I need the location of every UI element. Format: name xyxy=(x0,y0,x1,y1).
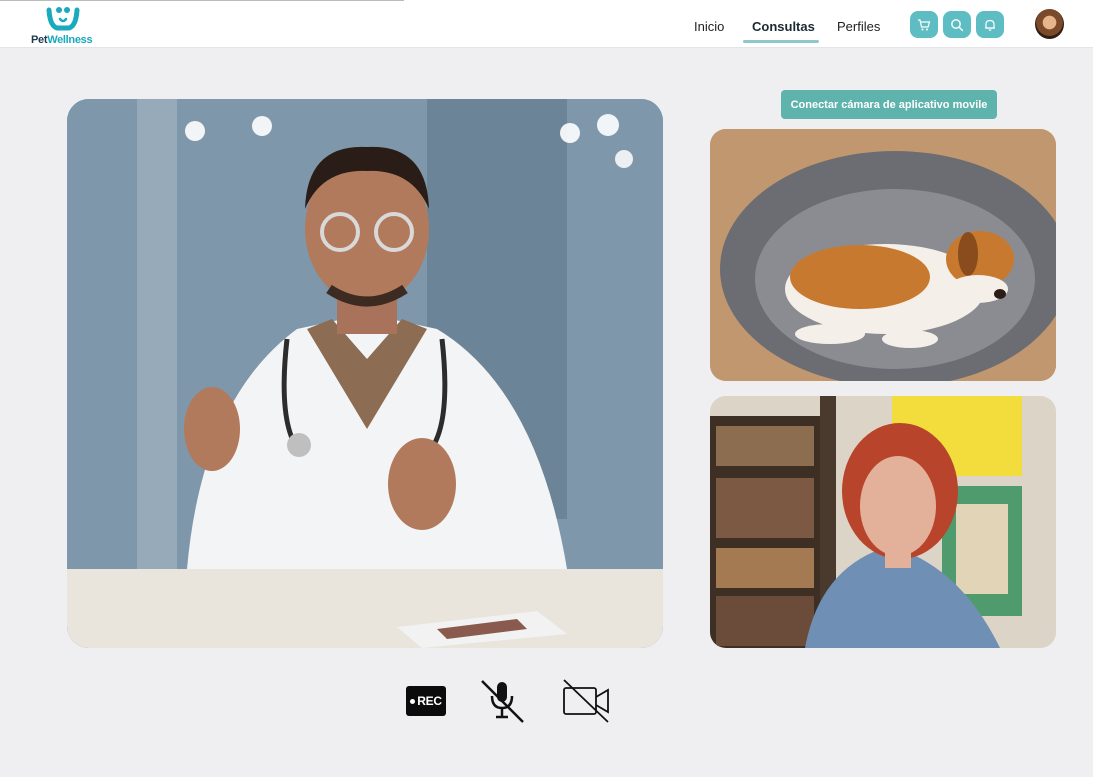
microphone-muted-icon xyxy=(481,680,524,723)
cart-icon xyxy=(918,18,931,30)
record-label: REC xyxy=(417,694,442,708)
top-navigation-bar: PetWellness Inicio Consultas Perfiles xyxy=(0,0,1093,48)
divider xyxy=(0,0,404,1)
record-button[interactable]: REC xyxy=(406,686,446,716)
video-consultation-page: PetWellness Inicio Consultas Perfiles Co… xyxy=(0,0,1093,777)
mute-microphone-button[interactable] xyxy=(478,678,526,724)
veterinarian-video[interactable] xyxy=(67,99,663,648)
user-avatar[interactable] xyxy=(1035,9,1064,39)
owner-video[interactable] xyxy=(710,396,1056,648)
notifications-button[interactable] xyxy=(976,11,1004,38)
nav-perfiles[interactable]: Perfiles xyxy=(837,19,880,34)
connect-mobile-camera-button[interactable]: Conectar cámara de aplicativo movile xyxy=(781,90,997,119)
bell-icon xyxy=(985,19,995,31)
pet-video[interactable] xyxy=(710,129,1056,381)
camera-off-icon xyxy=(563,679,609,723)
owner-video-frame xyxy=(710,396,1056,648)
petwellness-logo[interactable]: PetWellness xyxy=(31,4,101,46)
search-button[interactable] xyxy=(943,11,971,38)
toggle-camera-button[interactable] xyxy=(561,678,611,724)
brand-name: PetWellness xyxy=(31,34,93,46)
search-icon xyxy=(951,18,964,31)
pet-video-frame xyxy=(710,129,1056,381)
cart-button[interactable] xyxy=(910,11,938,38)
paw-logo-icon xyxy=(46,7,80,31)
nav-consultas[interactable]: Consultas xyxy=(752,19,815,34)
record-dot-icon xyxy=(410,698,416,704)
active-tab-indicator xyxy=(743,40,819,43)
nav-inicio[interactable]: Inicio xyxy=(694,19,724,34)
veterinarian-video-frame xyxy=(67,99,663,648)
